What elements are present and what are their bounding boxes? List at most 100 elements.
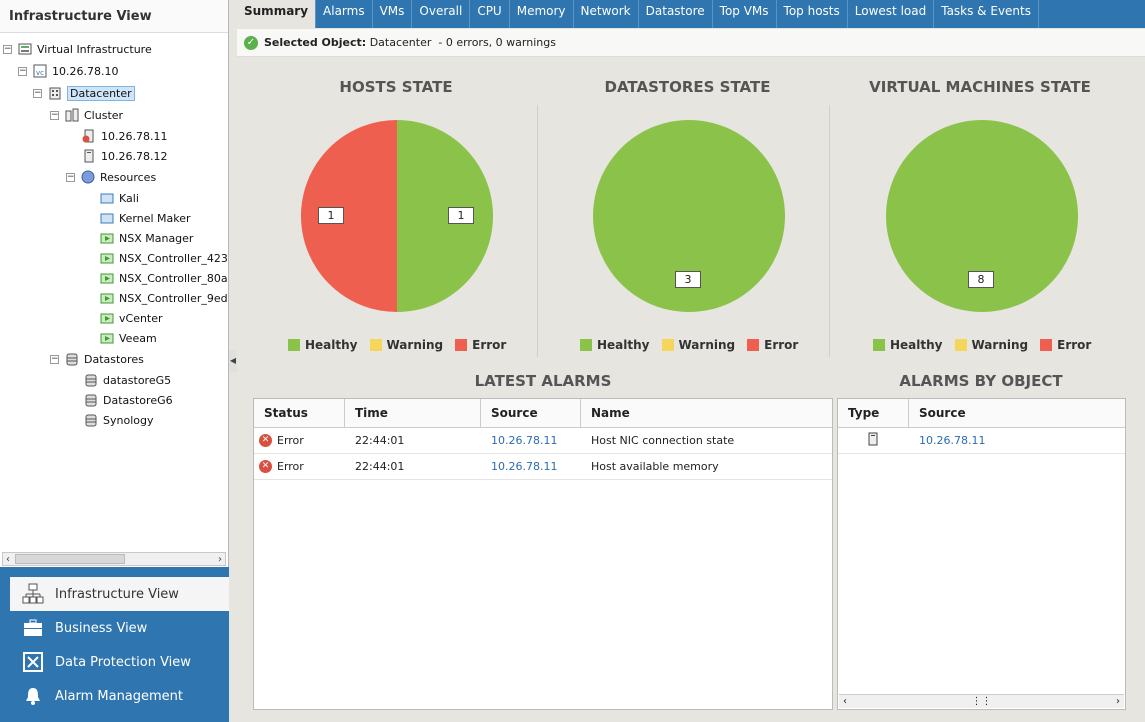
alarms-by-object-table: Type Source 10.26.78.11 ‹ ⋮⋮ › — [837, 398, 1126, 710]
legend-label-warning: Warning — [678, 338, 736, 352]
tab-network[interactable]: Network — [574, 0, 639, 28]
nav-data-protection-view[interactable]: Data Protection View — [0, 645, 229, 679]
alarm-time: 22:44:01 — [355, 434, 405, 447]
tree-node-label: Datacenter — [67, 85, 135, 101]
tree-node-vm-vcenter[interactable]: vCenter — [100, 309, 163, 327]
tree-node-vm-nsx-manager[interactable]: NSX Manager — [100, 229, 193, 247]
column-header-source[interactable]: Source — [481, 399, 581, 427]
legend-label-warning: Warning — [971, 338, 1029, 352]
legend-swatch-healthy — [288, 339, 300, 351]
sidebar-title: Infrastructure View — [0, 0, 228, 33]
tab-tasks-events[interactable]: Tasks & Events — [934, 0, 1039, 28]
collapse-icon[interactable]: − — [50, 110, 59, 120]
tree-node-datacenter[interactable]: − Datacenter — [33, 84, 135, 102]
divider — [537, 105, 538, 357]
vm-running-icon — [100, 251, 114, 265]
tree-node-vm-nsx-controller-2[interactable]: NSX_Controller_80a82 — [100, 269, 228, 287]
column-header-source[interactable]: Source — [909, 399, 1125, 427]
nav-infrastructure-view[interactable]: Infrastructure View — [10, 577, 229, 611]
tab-datastore[interactable]: Datastore — [639, 0, 713, 28]
tree-node-datastores[interactable]: − Datastores — [50, 350, 144, 368]
tree-node-label: Kernel Maker — [119, 211, 191, 225]
tree-node-label: Virtual Infrastructure — [37, 42, 152, 56]
divider — [829, 105, 830, 357]
object-source-link[interactable]: 10.26.78.11 — [909, 434, 1125, 447]
column-header-name[interactable]: Name — [581, 399, 832, 427]
tree-node-label: NSX Manager — [119, 231, 194, 245]
tree-node-vcenter[interactable]: − vc 10.26.78.10 — [18, 62, 118, 80]
latest-alarms-table: Status Time Source Name ✕ Error 22:44:01 … — [253, 398, 833, 710]
tree-node-host-11[interactable]: 10.26.78.11 — [82, 127, 167, 145]
tab-bar: Summary Alarms VMs Overall CPU Memory Ne… — [237, 0, 1145, 28]
table-header: Type Source — [838, 399, 1125, 428]
tree-node-cluster[interactable]: − Cluster — [50, 106, 123, 124]
table-horizontal-scrollbar[interactable]: ‹ ⋮⋮ › — [839, 694, 1124, 708]
alarms-by-object-title: ALARMS BY OBJECT — [899, 372, 1063, 390]
tree-node-host-12[interactable]: 10.26.78.12 — [82, 147, 167, 165]
collapse-icon[interactable]: − — [33, 88, 42, 98]
scroll-left-icon[interactable]: ‹ — [843, 696, 847, 707]
pie-data-label-healthy: 8 — [968, 271, 994, 288]
tree-node-vm-nsx-controller-3[interactable]: NSX_Controller_9ed2c — [100, 289, 228, 307]
alarm-source-link[interactable]: 10.26.78.11 — [481, 460, 581, 473]
tab-summary[interactable]: Summary — [237, 0, 317, 28]
alarm-status: Error — [277, 433, 304, 447]
infrastructure-view-icon — [22, 583, 44, 605]
scroll-right-icon[interactable]: › — [1116, 696, 1120, 707]
collapse-sidebar-handle[interactable]: ◀ — [229, 350, 237, 372]
resource-pool-icon — [81, 170, 95, 184]
tree-node-label: 10.26.78.12 — [101, 149, 168, 163]
vm-running-icon — [100, 311, 114, 325]
tab-memory[interactable]: Memory — [510, 0, 574, 28]
tree-node-vm-veeam[interactable]: Veeam — [100, 329, 157, 347]
table-row[interactable]: 10.26.78.11 — [838, 428, 1125, 454]
vm-icon — [100, 191, 114, 205]
tree-node-datastore-g6[interactable]: DatastoreG6 — [84, 391, 173, 409]
tree-horizontal-scrollbar[interactable]: ‹ › — [2, 552, 226, 566]
pie-slice-healthy[interactable] — [397, 120, 493, 312]
collapse-icon[interactable]: − — [50, 354, 59, 364]
tree-node-vm-kernel-maker[interactable]: Kernel Maker — [100, 209, 191, 227]
column-header-status[interactable]: Status — [254, 399, 345, 427]
pie-data-label-error: 1 — [318, 207, 344, 224]
tree-node-datastore-synology[interactable]: Synology — [84, 411, 153, 429]
selected-object-status: - 0 errors, 0 warnings — [438, 36, 556, 49]
latest-alarms-title: LATEST ALARMS — [474, 372, 612, 390]
tree-node-datastore-g5[interactable]: datastoreG5 — [84, 371, 171, 389]
legend-label-warning: Warning — [386, 338, 444, 352]
alarm-name: Host NIC connection state — [591, 434, 735, 447]
vcenter-icon: vc — [33, 64, 47, 78]
collapse-icon[interactable]: − — [3, 44, 12, 54]
tree-node-vm-nsx-controller-1[interactable]: NSX_Controller_423fe — [100, 249, 228, 267]
tab-cpu[interactable]: CPU — [470, 0, 510, 28]
table-row[interactable]: ✕ Error 22:44:01 10.26.78.11 Host NIC con… — [254, 428, 832, 454]
tab-lowest-load[interactable]: Lowest load — [848, 0, 935, 28]
table-row[interactable]: ✕ Error 22:44:01 10.26.78.11 Host availab… — [254, 454, 832, 480]
scrollbar-thumb[interactable] — [15, 554, 125, 564]
column-header-time[interactable]: Time — [345, 399, 481, 427]
scroll-right-icon[interactable]: › — [218, 554, 222, 565]
legend-swatch-error — [747, 339, 760, 351]
collapse-icon[interactable]: − — [18, 66, 27, 76]
tree-node-resources[interactable]: − Resources — [66, 168, 156, 186]
legend-swatch-warning — [954, 339, 967, 351]
collapse-icon[interactable]: − — [66, 172, 75, 182]
tab-overall[interactable]: Overall — [412, 0, 471, 28]
tree-node-virtual-infrastructure[interactable]: − Virtual Infrastructure — [3, 40, 152, 58]
alarm-name: Host available memory — [591, 460, 719, 473]
pie-slice-error[interactable] — [300, 120, 397, 312]
scrollbar-grip-icon[interactable]: ⋮⋮ — [972, 696, 992, 707]
tab-top-vms[interactable]: Top VMs — [713, 0, 777, 28]
column-header-type[interactable]: Type — [838, 399, 909, 427]
tree-node-vm-kali[interactable]: Kali — [100, 189, 139, 207]
alarm-source-link[interactable]: 10.26.78.11 — [481, 434, 581, 447]
scroll-left-icon[interactable]: ‹ — [6, 554, 10, 565]
legend-swatch-error — [1040, 339, 1053, 351]
nav-alarm-management[interactable]: Alarm Management — [0, 679, 229, 713]
tab-vms[interactable]: VMs — [373, 0, 413, 28]
nav-label: Business View — [55, 620, 148, 636]
tab-top-hosts[interactable]: Top hosts — [777, 0, 848, 28]
nav-business-view[interactable]: Business View — [0, 611, 229, 645]
tab-alarms[interactable]: Alarms — [316, 0, 373, 28]
legend-label-healthy: Healthy — [305, 338, 358, 352]
